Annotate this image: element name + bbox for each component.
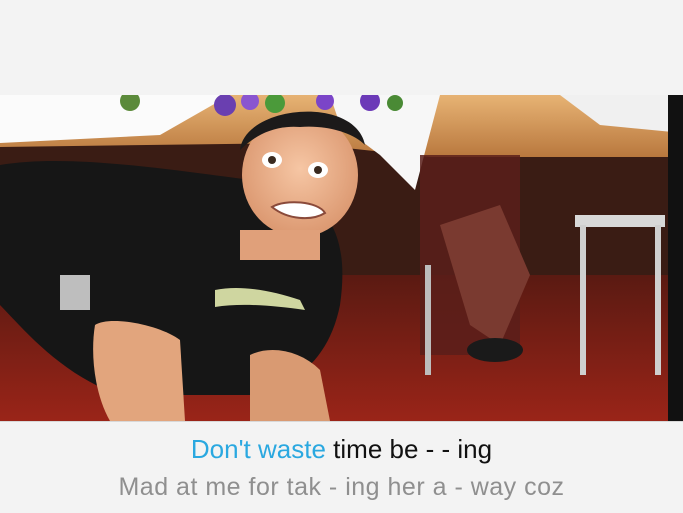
video-scene <box>0 95 683 421</box>
top-letterbox-bar <box>0 0 683 95</box>
next-lyric-line: Mad at me for tak - ing her a - way coz <box>118 473 565 501</box>
chair-leg <box>580 225 586 375</box>
shoe <box>467 338 523 362</box>
lyric-unsung-portion: time be - - ing <box>333 434 493 464</box>
shirt-print-left <box>60 275 90 310</box>
chair-leg <box>655 225 661 375</box>
chair-seat <box>575 215 665 227</box>
karaoke-lyrics-panel: Don't waste time be - - ing Mad at me fo… <box>0 421 683 513</box>
chair-leg <box>425 265 431 375</box>
music-video-frame <box>0 95 683 421</box>
man-neck <box>240 230 320 260</box>
flower-leaf <box>387 95 403 111</box>
lyric-sung-portion: Don't waste <box>190 434 326 464</box>
man-pupil-left <box>268 156 276 164</box>
current-lyric-line: Don't waste time be - - ing <box>0 434 683 465</box>
man-pupil-right <box>314 166 322 174</box>
frame-edge <box>668 95 683 421</box>
man-left-arm <box>93 320 185 421</box>
flower-purple <box>214 95 236 116</box>
